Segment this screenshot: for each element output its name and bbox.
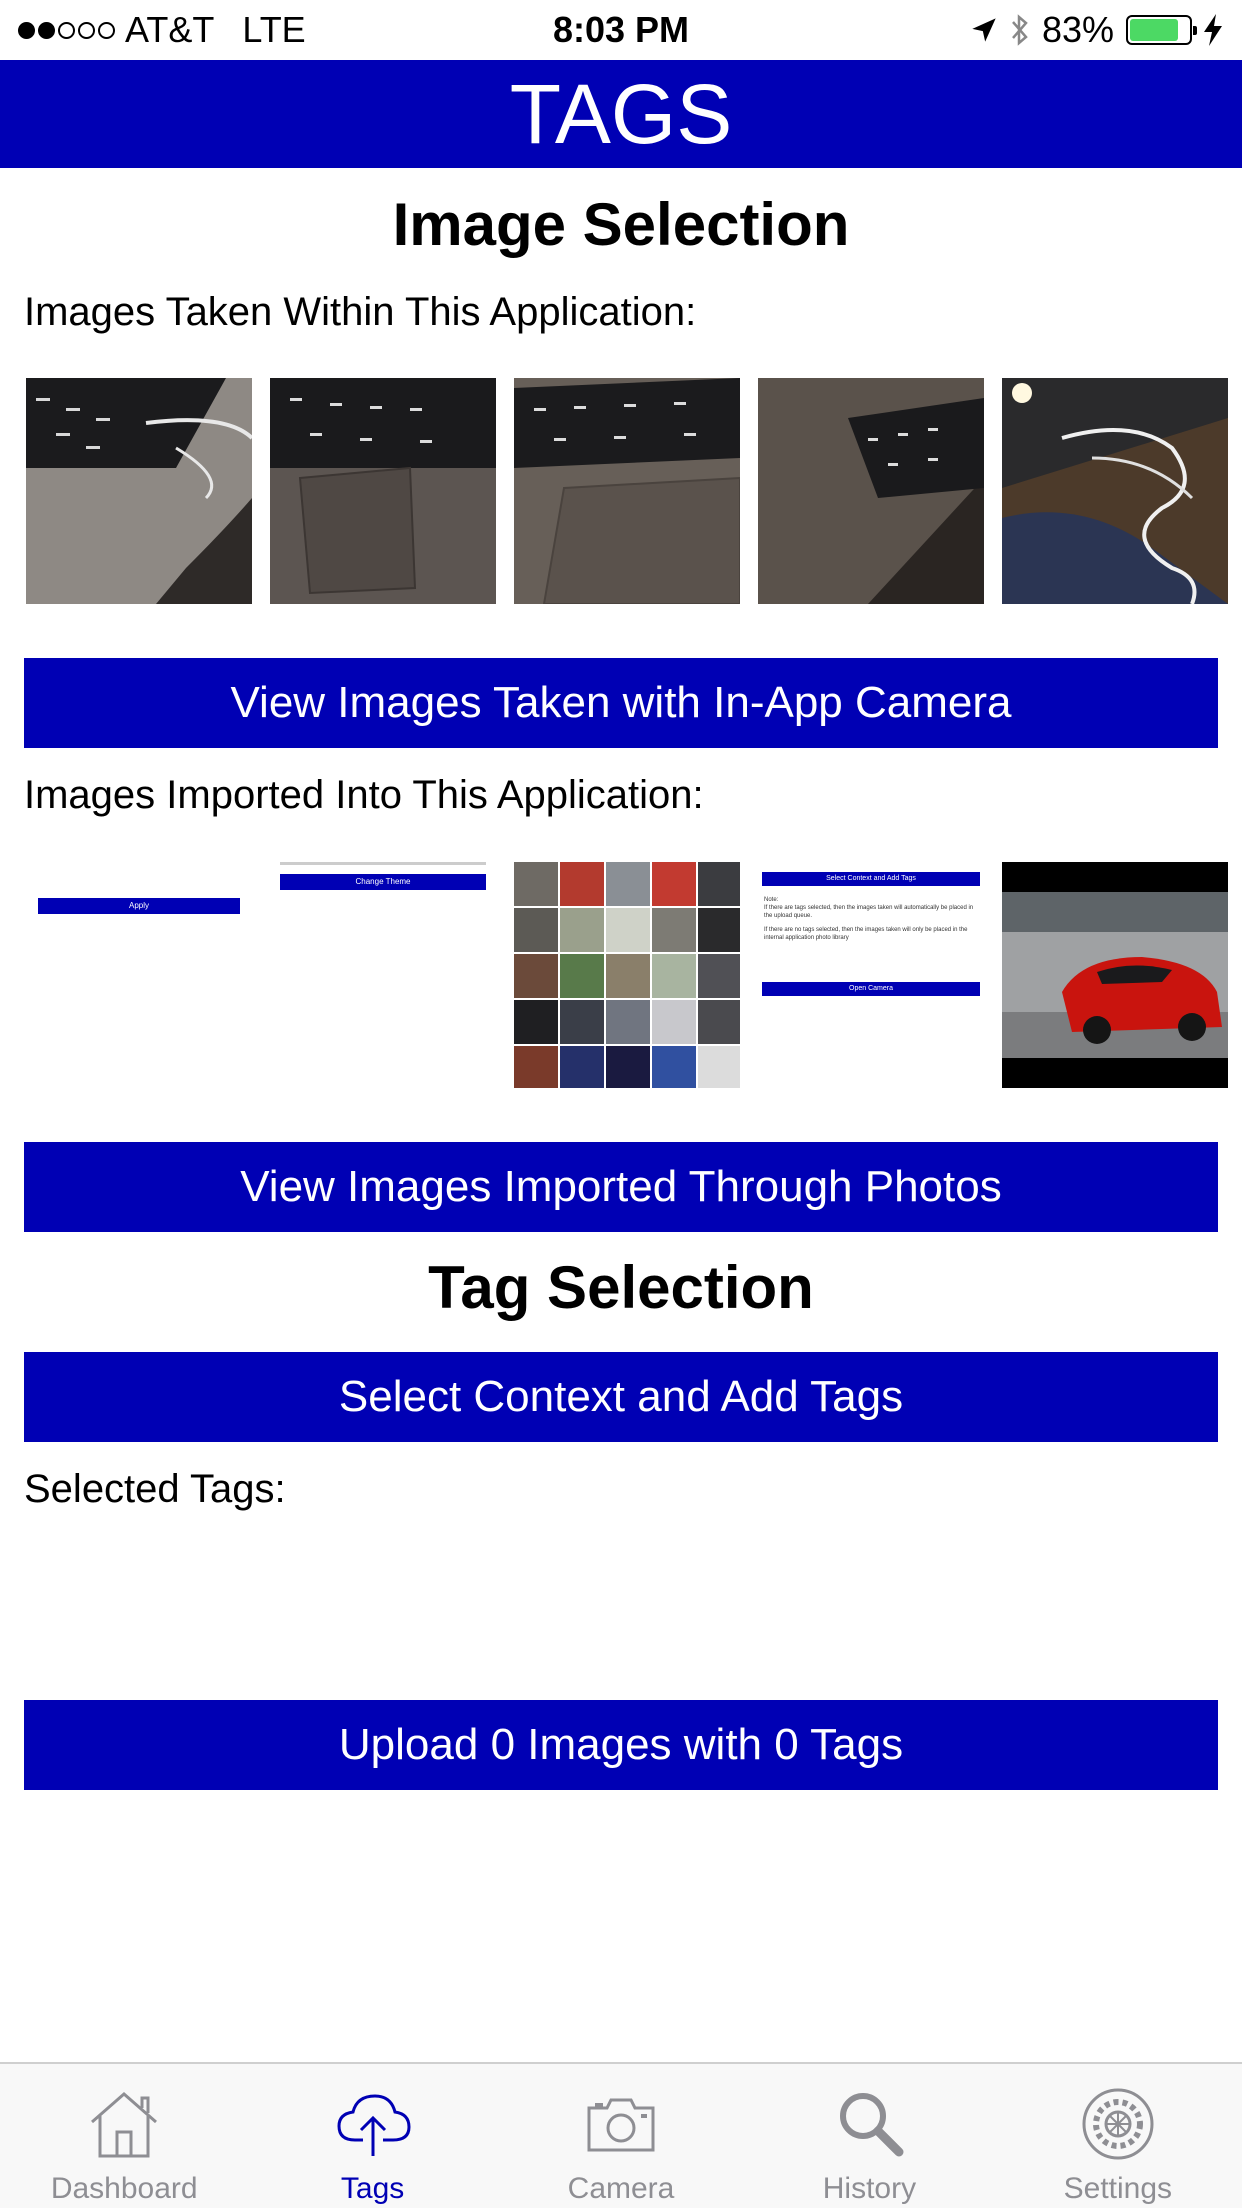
note-thumb-heading: Note: <box>764 897 779 903</box>
imported-thumbnail-4[interactable]: Select Context and Add Tags Note: If the… <box>758 862 984 1088</box>
taken-thumbnail-2[interactable] <box>270 378 496 604</box>
image-selection-title: Image Selection <box>392 191 850 258</box>
tab-settings[interactable]: Settings <box>994 2064 1242 2208</box>
taken-thumbnail-4[interactable] <box>758 378 984 604</box>
upload-button[interactable]: Upload 0 Images with 0 Tags <box>24 1700 1218 1790</box>
bluetooth-icon <box>1011 14 1028 46</box>
tab-tags-label: Tags <box>340 2172 405 2205</box>
location-arrow-icon <box>972 18 996 42</box>
gear-icon <box>1082 2088 1154 2160</box>
imported-thumbnail-2[interactable]: Change Theme <box>270 862 496 1088</box>
taken-thumbnail-1[interactable] <box>26 378 252 604</box>
note-thumb-line-2: If there are no tags selected, then the … <box>764 927 968 941</box>
tab-dashboard[interactable]: Dashboard <box>0 2064 248 2208</box>
view-imported-images-button[interactable]: View Images Imported Through Photos <box>24 1142 1218 1232</box>
charging-bolt-icon <box>1204 14 1222 46</box>
imported-thumbnail-3[interactable] <box>514 862 740 1088</box>
nav-bar: TAGS <box>0 60 1242 168</box>
tag-selection-title: Tag Selection <box>428 1254 814 1321</box>
magnifier-icon <box>840 2093 904 2157</box>
battery-icon <box>1126 15 1197 45</box>
view-taken-images-button[interactable]: View Images Taken with In-App Camera <box>24 658 1218 748</box>
nav-title: TAGS <box>509 67 733 161</box>
taken-thumbnail-5[interactable] <box>1002 378 1228 604</box>
select-context-button[interactable]: Select Context and Add Tags <box>24 1352 1218 1442</box>
note-thumb-text: Note: If there are tags selected, then t… <box>764 896 978 942</box>
note-thumb-line-1: If there are tags selected, then the ima… <box>764 905 974 919</box>
imported-thumbnail-1[interactable]: Apply <box>26 862 252 1088</box>
house-icon <box>91 2092 158 2158</box>
status-right: 83% <box>970 9 1222 50</box>
tab-history[interactable]: History <box>745 2064 993 2208</box>
open-camera-thumb-label: Open Camera <box>762 982 980 996</box>
tab-camera-label: Camera <box>567 2172 675 2205</box>
imported-images-label: Images Imported Into This Application: <box>24 773 704 817</box>
tab-camera[interactable]: Camera <box>497 2064 745 2208</box>
selected-tags-label: Selected Tags: <box>24 1467 286 1511</box>
tab-tags[interactable]: Tags <box>248 2064 496 2208</box>
apply-thumb-label: Apply <box>38 898 240 914</box>
cloud-upload-icon <box>337 2094 411 2156</box>
imported-images-row: Apply Change Theme Select Context and Ad… <box>26 862 1228 1088</box>
tab-dashboard-label: Dashboard <box>50 2172 198 2205</box>
tab-settings-label: Settings <box>1063 2172 1173 2205</box>
change-theme-thumb-label: Change Theme <box>280 874 486 890</box>
taken-images-label: Images Taken Within This Application: <box>24 290 697 334</box>
tab-bar: Dashboard Tags Camera History Settings <box>0 2062 1242 2208</box>
taken-images-row <box>26 378 1228 604</box>
battery-percent: 83% <box>1041 9 1114 50</box>
select-context-thumb-label: Select Context and Add Tags <box>762 872 980 886</box>
tab-history-label: History <box>822 2172 917 2205</box>
taken-thumbnail-3[interactable] <box>514 378 740 604</box>
camera-icon <box>587 2098 655 2152</box>
status-bar: AT&T LTE 8:03 PM 83% <box>0 0 1242 60</box>
imported-thumbnail-5[interactable] <box>1002 862 1228 1088</box>
